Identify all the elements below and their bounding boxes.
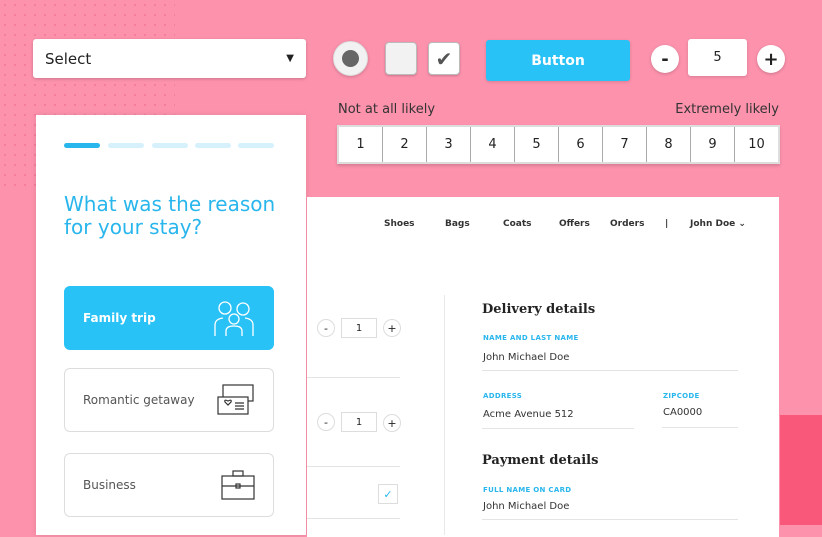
nav-offers[interactable]: Offers <box>559 219 590 229</box>
card-name-field[interactable]: John Michael Doe <box>483 501 569 512</box>
option-label: Family trip <box>83 311 156 325</box>
family-icon <box>214 301 254 336</box>
progress-step <box>108 143 144 148</box>
item-2-decrement[interactable]: - <box>317 413 335 431</box>
zipcode-field[interactable]: CA0000 <box>663 407 702 418</box>
nav-separator: | <box>665 219 669 229</box>
divider <box>307 466 400 467</box>
checkout-card: Shoes Bags Coats Offers Orders | John Do… <box>307 197 779 537</box>
scale-option-6[interactable]: 6 <box>559 127 603 162</box>
field-underline <box>482 428 634 429</box>
scale-option-3[interactable]: 3 <box>427 127 471 162</box>
item-2-qty[interactable]: 1 <box>341 412 377 432</box>
checkbox-checked[interactable]: ✔ <box>428 42 460 75</box>
scale-option-1[interactable]: 1 <box>339 127 383 162</box>
progress-step <box>238 143 274 148</box>
select-value: Select <box>45 49 92 68</box>
card-name-label: FULL NAME ON CARD <box>483 486 572 494</box>
background-accent <box>780 415 822 525</box>
item-1-increment[interactable]: + <box>383 319 401 337</box>
progress-step <box>152 143 188 148</box>
user-name: John Doe <box>690 219 736 229</box>
scale-option-9[interactable]: 9 <box>691 127 735 162</box>
item-1-decrement[interactable]: - <box>317 319 335 337</box>
divider <box>444 295 445 535</box>
nav-coats[interactable]: Coats <box>503 219 532 229</box>
survey-card: What was the reason for your stay? Famil… <box>36 115 306 535</box>
scale-option-2[interactable]: 2 <box>383 127 427 162</box>
scale-high-label: Extremely likely <box>675 102 779 117</box>
address-label: ADDRESS <box>483 392 523 400</box>
option-romantic-getaway[interactable]: Romantic getaway <box>64 368 274 432</box>
user-menu[interactable]: John Doe ⌄ <box>690 219 746 229</box>
address-field[interactable]: Acme Avenue 512 <box>483 409 574 420</box>
number-input[interactable]: 5 <box>688 39 747 76</box>
item-checkbox[interactable]: ✓ <box>378 484 398 504</box>
progress-step-active <box>64 143 100 148</box>
field-underline <box>662 427 738 428</box>
name-field[interactable]: John Michael Doe <box>483 352 569 363</box>
checkbox-unchecked[interactable] <box>385 42 417 75</box>
tickets-icon <box>217 384 254 415</box>
progress-step <box>195 143 231 148</box>
radio-button[interactable] <box>333 41 368 76</box>
item-1-qty[interactable]: 1 <box>341 318 377 338</box>
increment-button[interactable]: + <box>757 45 785 73</box>
rating-scale: 1 2 3 4 5 6 7 8 9 10 <box>337 125 780 164</box>
chevron-down-icon: ⌄ <box>738 219 746 229</box>
item-2-increment[interactable]: + <box>383 414 401 432</box>
primary-button[interactable]: Button <box>486 40 630 81</box>
zipcode-label: ZIPCODE <box>663 392 700 400</box>
briefcase-icon <box>221 470 255 500</box>
scale-option-10[interactable]: 10 <box>735 127 778 162</box>
payment-title: Payment details <box>482 453 599 468</box>
survey-question: What was the reason for your stay? <box>64 192 276 239</box>
decrement-button[interactable]: - <box>651 45 679 73</box>
scale-option-8[interactable]: 8 <box>647 127 691 162</box>
scale-low-label: Not at all likely <box>338 102 436 117</box>
nav-bags[interactable]: Bags <box>445 219 470 229</box>
field-underline <box>482 519 738 520</box>
nav-orders[interactable]: Orders <box>610 219 644 229</box>
field-underline <box>482 370 738 371</box>
divider <box>307 377 400 378</box>
scale-option-5[interactable]: 5 <box>515 127 559 162</box>
option-family-trip[interactable]: Family trip <box>64 286 274 350</box>
option-business[interactable]: Business <box>64 453 274 517</box>
scale-option-7[interactable]: 7 <box>603 127 647 162</box>
scale-option-4[interactable]: 4 <box>471 127 515 162</box>
divider <box>307 518 400 519</box>
caret-down-icon: ▼ <box>286 53 294 64</box>
option-label: Business <box>83 478 136 492</box>
select-dropdown[interactable]: Select ▼ <box>33 39 306 78</box>
check-icon: ✔ <box>435 46 453 71</box>
option-label: Romantic getaway <box>83 393 195 407</box>
nav-shoes[interactable]: Shoes <box>384 219 415 229</box>
name-label: NAME AND LAST NAME <box>483 334 579 342</box>
delivery-title: Delivery details <box>482 302 596 317</box>
